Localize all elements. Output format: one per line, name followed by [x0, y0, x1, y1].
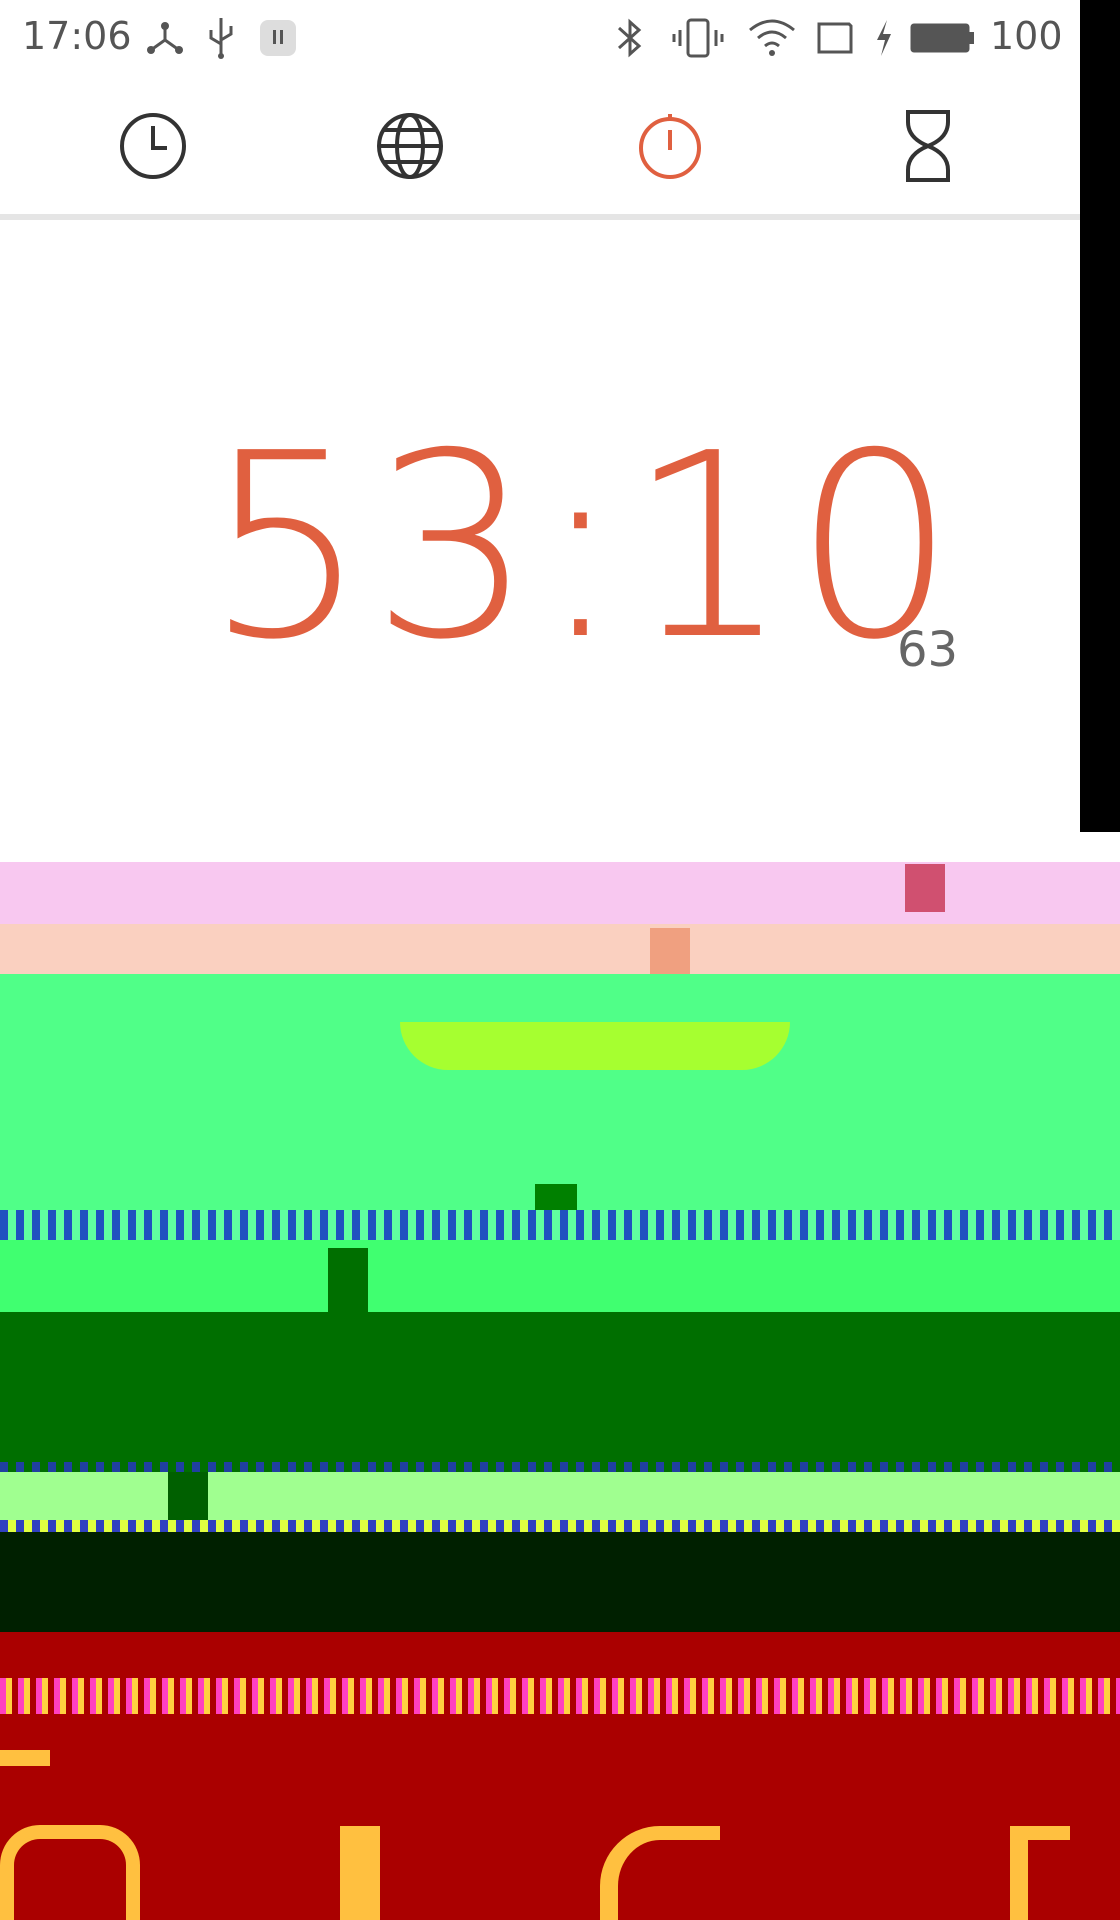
- tab-timer[interactable]: [888, 106, 968, 186]
- battery-icon: [910, 12, 976, 64]
- right-edge-strip: [1080, 0, 1120, 832]
- glitch-band-dark-red: [0, 1714, 1120, 1920]
- stopwatch-display: 53:10 63: [0, 420, 1080, 720]
- clock-icon: [120, 113, 186, 179]
- charging-icon: [873, 12, 895, 64]
- tab-world-clock[interactable]: [370, 106, 450, 186]
- status-time: 17:06: [22, 14, 132, 58]
- tab-alarm[interactable]: [113, 106, 193, 186]
- bluetooth-icon: [615, 12, 645, 64]
- glitch-band-green-2: [0, 1240, 1120, 1312]
- glitch-band-dark-green: [0, 1312, 1120, 1472]
- glitch-band-black-green: [0, 1532, 1120, 1632]
- wifi-icon: [748, 12, 796, 64]
- glitch-shape-lime: [400, 1022, 790, 1070]
- glitch-block-5: [168, 1472, 208, 1520]
- vibrate-icon: [672, 12, 724, 64]
- globe-icon: [377, 113, 443, 179]
- no-sim-icon: [815, 12, 855, 64]
- stopwatch-icon: [639, 114, 701, 179]
- glitch-band-peach: [0, 924, 1120, 974]
- usb-icon: [205, 12, 237, 64]
- glitch-block: [905, 864, 945, 912]
- glitch-band-green: [0, 974, 1120, 1210]
- glitch-mark-3: [340, 1826, 380, 1920]
- hourglass-icon: [906, 110, 950, 182]
- glitch-stripe-1: [0, 1210, 1120, 1240]
- glitch-mark-2: [0, 1825, 140, 1920]
- network-share-icon: [145, 12, 185, 64]
- glitch-block-2: [650, 928, 690, 974]
- timer-main: 53:10: [205, 399, 960, 696]
- tab-stopwatch[interactable]: [630, 106, 710, 186]
- glitch-band-red: [0, 1632, 1120, 1678]
- glitch-mark-5: [1010, 1826, 1070, 1920]
- battery-percent: 100: [990, 14, 1063, 58]
- tab-bar: [0, 76, 1080, 220]
- glitch-band-pink: [0, 862, 1120, 924]
- glitch-mark-1: [0, 1750, 50, 1766]
- glitch-block-4: [328, 1248, 368, 1312]
- glitch-stripe-3: [0, 1520, 1120, 1532]
- app-notification-icon: [256, 12, 300, 64]
- timer-hundredths: 63: [897, 622, 959, 678]
- status-bar: 17:06 100: [0, 0, 1080, 76]
- glitch-stripe-4: [0, 1678, 1120, 1714]
